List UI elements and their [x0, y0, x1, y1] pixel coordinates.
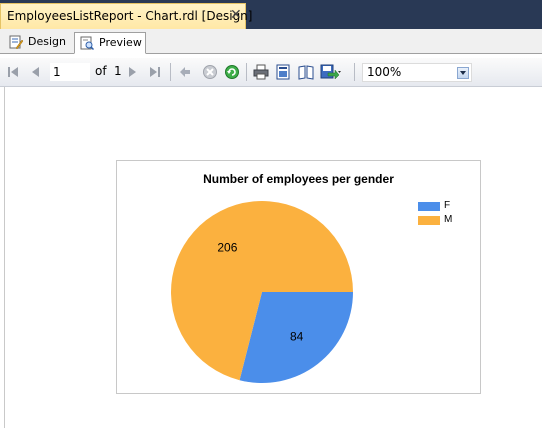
canvas-left-rule — [4, 87, 5, 428]
tab-design[interactable]: Design — [4, 32, 72, 54]
document-tab-title: EmployeesListReport - Chart.rdl [Design] — [7, 9, 253, 23]
document-tab-strip: EmployeesListReport - Chart.rdl [Design]… — [0, 0, 542, 29]
pie-label-f: 84 — [290, 330, 304, 344]
legend-swatch — [418, 202, 440, 211]
document-tab[interactable]: EmployeesListReport - Chart.rdl [Design]… — [0, 3, 252, 29]
chart-frame: Number of employees per gender 84 206 FM — [116, 160, 481, 394]
toolbar-separator — [246, 63, 247, 81]
view-tabs: Design Preview — [0, 29, 542, 54]
toolbar-separator — [170, 63, 171, 81]
last-page-icon[interactable] — [148, 64, 162, 80]
export-icon[interactable] — [320, 64, 342, 80]
print-icon[interactable] — [253, 64, 269, 80]
tab-preview[interactable]: Preview — [74, 32, 146, 54]
refresh-icon[interactable] — [224, 64, 240, 80]
legend-swatch — [418, 216, 440, 225]
legend-label: M — [444, 214, 453, 225]
stop-icon[interactable] — [202, 64, 218, 80]
legend-label: F — [444, 200, 451, 211]
close-icon[interactable]: ✕ — [230, 7, 242, 23]
first-page-icon[interactable] — [6, 64, 20, 80]
design-icon — [9, 35, 23, 49]
current-page-input[interactable]: 1 — [50, 63, 90, 81]
tab-preview-label: Preview — [99, 36, 142, 49]
back-icon[interactable] — [178, 64, 192, 80]
print-layout-icon[interactable] — [275, 64, 291, 80]
tab-design-label: Design — [28, 35, 66, 48]
chevron-down-icon[interactable] — [457, 67, 469, 79]
report-toolbar: 1 of 1 100% — [0, 58, 542, 87]
preview-icon — [80, 36, 94, 50]
total-pages: 1 — [114, 64, 122, 78]
toolbar-separator — [354, 63, 355, 81]
previous-page-icon[interactable] — [29, 64, 41, 80]
pie-chart: 84 206 — [171, 201, 353, 383]
zoom-select[interactable]: 100% — [362, 63, 472, 82]
pie-label-m: 206 — [217, 240, 237, 254]
page-setup-icon[interactable] — [298, 64, 314, 80]
zoom-value: 100% — [367, 65, 402, 79]
next-page-icon[interactable] — [127, 64, 139, 80]
of-label: of — [95, 64, 107, 78]
